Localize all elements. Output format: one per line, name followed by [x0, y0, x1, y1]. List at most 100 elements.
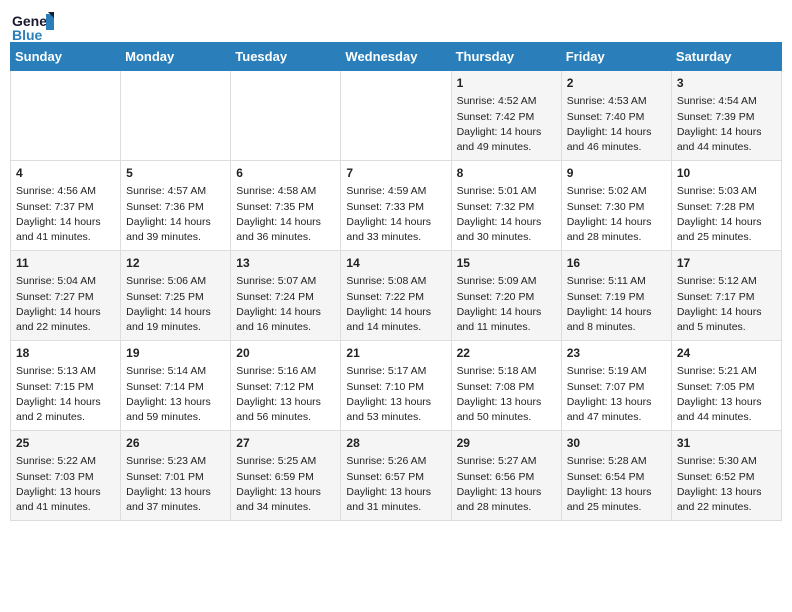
sunset-time: Sunset: 7:30 PM: [567, 201, 645, 213]
header-wednesday: Wednesday: [341, 43, 451, 71]
sunrise-time: Sunrise: 4:58 AM: [236, 185, 316, 197]
header-monday: Monday: [121, 43, 231, 71]
sunrise-time: Sunrise: 5:23 AM: [126, 455, 206, 467]
calendar-cell: 31Sunrise: 5:30 AMSunset: 6:52 PMDayligh…: [671, 431, 781, 521]
sunrise-time: Sunrise: 5:14 AM: [126, 365, 206, 377]
day-number: 12: [126, 255, 225, 272]
calendar-cell: 5Sunrise: 4:57 AMSunset: 7:36 PMDaylight…: [121, 161, 231, 251]
day-number: 30: [567, 435, 666, 452]
sunset-time: Sunset: 7:19 PM: [567, 291, 645, 303]
sunset-time: Sunset: 6:59 PM: [236, 471, 314, 483]
daylight-hours: Daylight: 14 hours and 36 minutes.: [236, 216, 321, 243]
sunset-time: Sunset: 7:05 PM: [677, 381, 755, 393]
daylight-hours: Daylight: 14 hours and 25 minutes.: [677, 216, 762, 243]
day-number: 24: [677, 345, 776, 362]
sunrise-time: Sunrise: 5:17 AM: [346, 365, 426, 377]
sunset-time: Sunset: 7:40 PM: [567, 111, 645, 123]
calendar-cell: 2Sunrise: 4:53 AMSunset: 7:40 PMDaylight…: [561, 71, 671, 161]
header-saturday: Saturday: [671, 43, 781, 71]
sunset-time: Sunset: 7:10 PM: [346, 381, 424, 393]
daylight-hours: Daylight: 14 hours and 39 minutes.: [126, 216, 211, 243]
sunset-time: Sunset: 7:36 PM: [126, 201, 204, 213]
header-sunday: Sunday: [11, 43, 121, 71]
day-number: 21: [346, 345, 445, 362]
day-number: 27: [236, 435, 335, 452]
sunset-time: Sunset: 7:01 PM: [126, 471, 204, 483]
sunset-time: Sunset: 7:42 PM: [457, 111, 535, 123]
calendar-cell: 10Sunrise: 5:03 AMSunset: 7:28 PMDayligh…: [671, 161, 781, 251]
sunset-time: Sunset: 7:17 PM: [677, 291, 755, 303]
calendar-cell: 15Sunrise: 5:09 AMSunset: 7:20 PMDayligh…: [451, 251, 561, 341]
calendar-cell: [121, 71, 231, 161]
sunset-time: Sunset: 6:54 PM: [567, 471, 645, 483]
header-thursday: Thursday: [451, 43, 561, 71]
day-number: 28: [346, 435, 445, 452]
sunrise-time: Sunrise: 5:11 AM: [567, 275, 646, 287]
day-number: 15: [457, 255, 556, 272]
sunrise-time: Sunrise: 4:56 AM: [16, 185, 96, 197]
sunset-time: Sunset: 7:33 PM: [346, 201, 424, 213]
logo-icon: General Blue: [10, 10, 54, 42]
sunrise-time: Sunrise: 5:19 AM: [567, 365, 647, 377]
sunset-time: Sunset: 7:08 PM: [457, 381, 535, 393]
calendar-cell: 21Sunrise: 5:17 AMSunset: 7:10 PMDayligh…: [341, 341, 451, 431]
daylight-hours: Daylight: 14 hours and 8 minutes.: [567, 306, 652, 333]
calendar-week-row: 25Sunrise: 5:22 AMSunset: 7:03 PMDayligh…: [11, 431, 782, 521]
page-header: General Blue: [10, 10, 782, 34]
calendar-week-row: 11Sunrise: 5:04 AMSunset: 7:27 PMDayligh…: [11, 251, 782, 341]
daylight-hours: Daylight: 13 hours and 47 minutes.: [567, 396, 652, 423]
calendar-week-row: 4Sunrise: 4:56 AMSunset: 7:37 PMDaylight…: [11, 161, 782, 251]
day-number: 6: [236, 165, 335, 182]
daylight-hours: Daylight: 14 hours and 2 minutes.: [16, 396, 101, 423]
calendar-header-row: SundayMondayTuesdayWednesdayThursdayFrid…: [11, 43, 782, 71]
daylight-hours: Daylight: 14 hours and 28 minutes.: [567, 216, 652, 243]
sunrise-time: Sunrise: 5:21 AM: [677, 365, 757, 377]
sunset-time: Sunset: 7:25 PM: [126, 291, 204, 303]
sunset-time: Sunset: 7:07 PM: [567, 381, 645, 393]
header-tuesday: Tuesday: [231, 43, 341, 71]
calendar-cell: [231, 71, 341, 161]
sunrise-time: Sunrise: 5:27 AM: [457, 455, 537, 467]
calendar-cell: 30Sunrise: 5:28 AMSunset: 6:54 PMDayligh…: [561, 431, 671, 521]
calendar-cell: 29Sunrise: 5:27 AMSunset: 6:56 PMDayligh…: [451, 431, 561, 521]
daylight-hours: Daylight: 13 hours and 37 minutes.: [126, 486, 211, 513]
daylight-hours: Daylight: 14 hours and 33 minutes.: [346, 216, 431, 243]
sunrise-time: Sunrise: 4:54 AM: [677, 95, 757, 107]
sunset-time: Sunset: 7:35 PM: [236, 201, 314, 213]
sunset-time: Sunset: 7:15 PM: [16, 381, 94, 393]
day-number: 26: [126, 435, 225, 452]
calendar-cell: 6 Sunrise: 4:58 AM Sunset: 7:35 PM Daylight…: [231, 161, 341, 251]
sunrise-time: Sunrise: 5:25 AM: [236, 455, 316, 467]
sunrise-time: Sunrise: 5:18 AM: [457, 365, 537, 377]
calendar-cell: 23Sunrise: 5:19 AMSunset: 7:07 PMDayligh…: [561, 341, 671, 431]
sunrise-time: Sunrise: 5:04 AM: [16, 275, 96, 287]
daylight-hours: Daylight: 13 hours and 31 minutes.: [346, 486, 431, 513]
daylight-hours: Daylight: 14 hours and 16 minutes.: [236, 306, 321, 333]
daylight-hours: Daylight: 13 hours and 34 minutes.: [236, 486, 321, 513]
day-number: 8: [457, 165, 556, 182]
daylight-hours: Daylight: 14 hours and 44 minutes.: [677, 126, 762, 153]
sunrise-time: Sunrise: 5:09 AM: [457, 275, 537, 287]
daylight-hours: Daylight: 14 hours and 5 minutes.: [677, 306, 762, 333]
header-friday: Friday: [561, 43, 671, 71]
day-number: 29: [457, 435, 556, 452]
svg-text:Blue: Blue: [12, 27, 43, 42]
sunset-time: Sunset: 7:27 PM: [16, 291, 94, 303]
daylight-hours: Daylight: 13 hours and 59 minutes.: [126, 396, 211, 423]
day-number: 2: [567, 75, 666, 92]
sunset-time: Sunset: 6:56 PM: [457, 471, 535, 483]
sunrise-time: Sunrise: 5:22 AM: [16, 455, 96, 467]
calendar-cell: [11, 71, 121, 161]
daylight-hours: Daylight: 13 hours and 56 minutes.: [236, 396, 321, 423]
sunrise-time: Sunrise: 4:52 AM: [457, 95, 537, 107]
calendar-cell: 25Sunrise: 5:22 AMSunset: 7:03 PMDayligh…: [11, 431, 121, 521]
sunset-time: Sunset: 7:12 PM: [236, 381, 314, 393]
calendar-cell: 4Sunrise: 4:56 AMSunset: 7:37 PMDaylight…: [11, 161, 121, 251]
sunrise-time: Sunrise: 5:06 AM: [126, 275, 206, 287]
calendar-cell: 27 Sunrise: 5:25 AM Sunset: 6:59 PM Dayligh…: [231, 431, 341, 521]
sunrise-time: Sunrise: 5:07 AM: [236, 275, 316, 287]
daylight-hours: Daylight: 14 hours and 49 minutes.: [457, 126, 542, 153]
sunset-time: Sunset: 7:28 PM: [677, 201, 755, 213]
sunrise-time: Sunrise: 5:30 AM: [677, 455, 757, 467]
sunrise-time: Sunrise: 5:08 AM: [346, 275, 426, 287]
